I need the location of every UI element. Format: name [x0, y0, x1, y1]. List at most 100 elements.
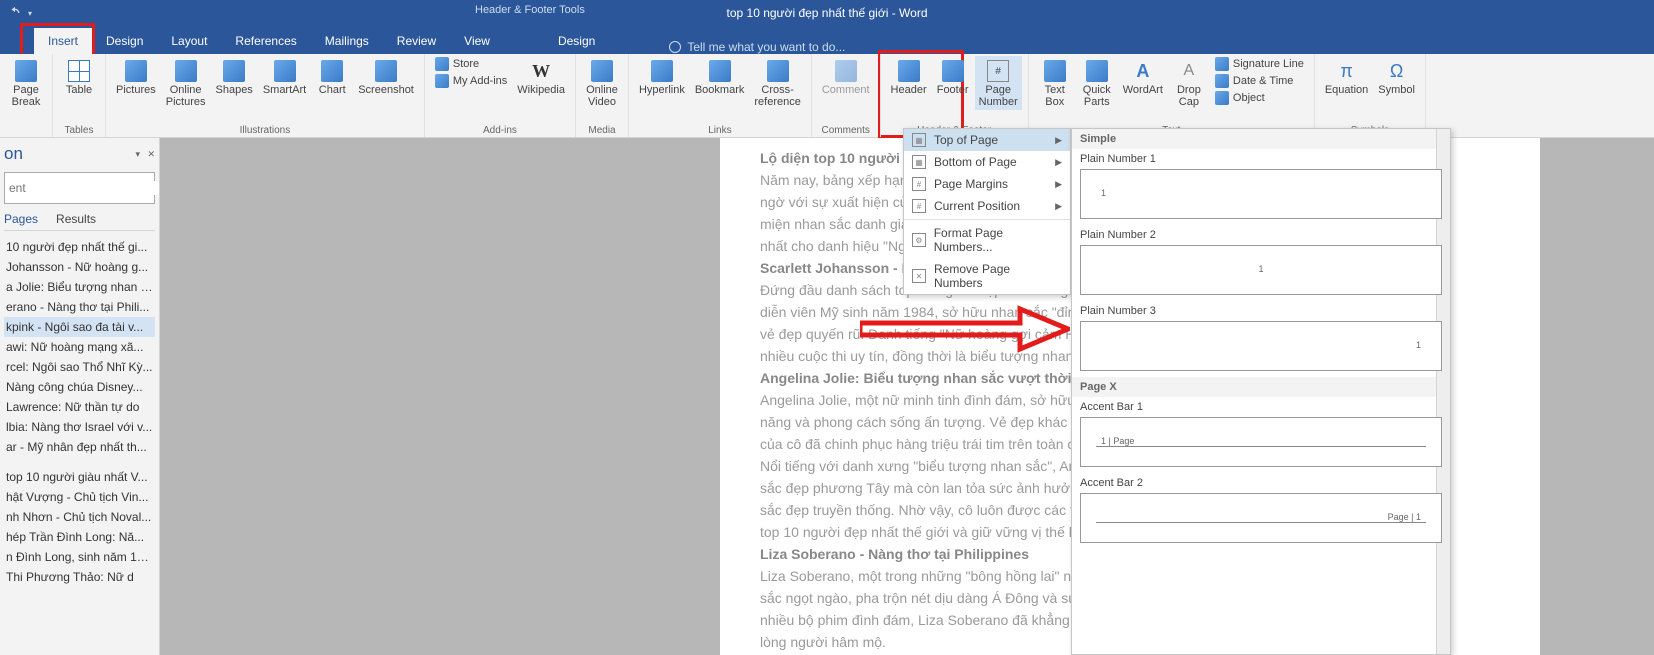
pictures-icon	[125, 60, 147, 82]
gallery-item-plain-number-2[interactable]: 1	[1080, 245, 1442, 295]
tab-references[interactable]: References	[221, 28, 310, 54]
group-label-illustrations: Illustrations	[106, 125, 424, 136]
nav-heading-item[interactable]: awi: Nữ hoàng mạng xã...	[4, 337, 155, 357]
gallery-item-accent-bar-1[interactable]: 1 | Page	[1080, 417, 1442, 467]
undo-icon[interactable]	[8, 6, 22, 20]
gallery-item-plain-number-3[interactable]: 1	[1080, 321, 1442, 371]
submenu-arrow-icon: ▶	[1055, 179, 1062, 190]
title-bar: ▾ Header & Footer Tools top 10 người đẹp…	[0, 0, 1654, 26]
equation-button[interactable]: πEquation	[1321, 56, 1372, 98]
menu-top-of-page[interactable]: ▦ Top of Page ▶	[904, 129, 1070, 151]
tab-design[interactable]: Design	[92, 28, 157, 54]
tab-mailings[interactable]: Mailings	[311, 28, 383, 54]
date-time-button[interactable]: Date & Time	[1211, 73, 1308, 89]
nav-heading-item[interactable]: hật Vượng - Chủ tịch Vin...	[4, 487, 155, 507]
header-button[interactable]: Header	[887, 56, 931, 110]
footer-button[interactable]: Footer	[933, 56, 973, 110]
wordart-button[interactable]: AWordArt	[1119, 56, 1167, 110]
menu-format-page-numbers[interactable]: ⚙ Format Page Numbers...	[904, 222, 1070, 258]
comment-button[interactable]: Comment	[818, 56, 874, 98]
nav-tab-results[interactable]: Results	[56, 212, 96, 226]
tell-me-search[interactable]: Tell me what you want to do...	[669, 40, 845, 54]
nav-heading-item[interactable]: Lawrence: Nữ thần tự do	[4, 397, 155, 417]
smartart-button[interactable]: SmartArt	[259, 56, 310, 110]
gallery-item-label: Accent Bar 2	[1072, 473, 1450, 491]
chart-button[interactable]: Chart	[312, 56, 352, 110]
page-break-button[interactable]: Page Break	[6, 56, 46, 110]
ribbon: Page Break Table Tables Pictures Online …	[0, 54, 1654, 138]
tab-context-design[interactable]: Design	[544, 28, 609, 54]
tab-layout[interactable]: Layout	[157, 28, 221, 54]
nav-heading-item[interactable]: Thi Phương Thảo: Nữ d	[4, 567, 155, 587]
symbol-button[interactable]: ΩSymbol	[1374, 56, 1419, 98]
page-number-button[interactable]: #Page Number	[975, 56, 1022, 110]
nav-heading-item[interactable]: top 10 người giàu nhất V...	[4, 467, 155, 487]
gallery-section-pagex: Page X	[1072, 377, 1450, 397]
nav-heading-item[interactable]: Nàng công chúa Disney...	[4, 377, 155, 397]
gallery-item-plain-number-1[interactable]: 1	[1080, 169, 1442, 219]
nav-heading-item[interactable]: kpink - Ngôi sao đa tài v...	[4, 317, 155, 337]
hyperlink-button[interactable]: Hyperlink	[635, 56, 689, 110]
online-pictures-button[interactable]: Online Pictures	[162, 56, 210, 110]
shapes-button[interactable]: Shapes	[212, 56, 257, 110]
gallery-item-label: Plain Number 1	[1072, 149, 1450, 167]
text-box-icon	[1044, 60, 1066, 82]
my-addins-button[interactable]: My Add-ins	[431, 73, 511, 89]
nav-heading-item[interactable]: erano - Nàng thơ tại Phili...	[4, 297, 155, 317]
tab-view[interactable]: View	[450, 28, 504, 54]
comment-icon	[835, 60, 857, 82]
table-button[interactable]: Table	[59, 56, 99, 98]
navigation-headings-list: 10 người đẹp nhất thế gi...Johansson - N…	[4, 237, 155, 587]
menu-current-position[interactable]: # Current Position ▶	[904, 195, 1070, 217]
group-label-addins: Add-ins	[425, 125, 575, 136]
object-button[interactable]: Object	[1211, 90, 1308, 106]
gallery-item-label: Plain Number 3	[1072, 301, 1450, 319]
qat-dropdown-icon[interactable]: ▾	[28, 9, 32, 18]
nav-heading-item[interactable]: 10 người đẹp nhất thế gi...	[4, 237, 155, 257]
nav-heading-item[interactable]: Johansson - Nữ hoàng g...	[4, 257, 155, 277]
menu-bottom-of-page[interactable]: ▦ Bottom of Page ▶	[904, 151, 1070, 173]
screenshot-icon	[375, 60, 397, 82]
page-margins-icon: #	[912, 177, 926, 191]
store-button[interactable]: Store	[431, 56, 511, 72]
current-position-icon: #	[912, 199, 926, 213]
nav-tab-pages[interactable]: Pages	[4, 212, 38, 226]
nav-heading-item[interactable]: n Đình Long, sinh năm 19...	[4, 547, 155, 567]
smartart-icon	[274, 60, 296, 82]
cross-ref-icon	[767, 60, 789, 82]
nav-heading-item[interactable]: ar - Mỹ nhân đẹp nhất th...	[4, 437, 155, 457]
signature-line-button[interactable]: Signature Line	[1211, 56, 1308, 72]
menu-remove-page-numbers[interactable]: ✕ Remove Page Numbers	[904, 258, 1070, 294]
contextual-tab-title: Header & Footer Tools	[475, 4, 585, 16]
nav-heading-item[interactable]: hép Trần Đình Long: Nă...	[4, 527, 155, 547]
gallery-item-accent-bar-2[interactable]: Page | 1	[1080, 493, 1442, 543]
wordart-icon: A	[1132, 60, 1154, 82]
tab-insert[interactable]: Insert	[34, 28, 92, 54]
pictures-button[interactable]: Pictures	[112, 56, 160, 110]
doc-heading: Liza Soberano - Nàng thơ tại Philippines	[760, 546, 1029, 562]
nav-heading-item[interactable]: a Jolie: Biểu tượng nhan s...	[4, 277, 155, 297]
page-number-gallery: Simple Plain Number 1 1 Plain Number 2 1…	[1071, 128, 1451, 655]
remove-icon: ✕	[912, 269, 926, 283]
nav-dropdown-icon[interactable]: ▾ ✕	[135, 149, 155, 160]
store-icon	[435, 57, 449, 71]
quick-parts-button[interactable]: Quick Parts	[1077, 56, 1117, 110]
lightbulb-icon	[669, 41, 681, 53]
wikipedia-button[interactable]: WWikipedia	[513, 56, 569, 98]
cross-reference-button[interactable]: Cross- reference	[750, 56, 804, 110]
group-label-comments: Comments	[812, 125, 880, 136]
online-pictures-icon	[175, 60, 197, 82]
nav-heading-item[interactable]: nh Nhơn - Chủ tịch Noval...	[4, 507, 155, 527]
tab-review[interactable]: Review	[383, 28, 450, 54]
screenshot-button[interactable]: Screenshot	[354, 56, 418, 110]
nav-heading-item[interactable]: rcel: Ngôi sao Thổ Nhĩ Kỳ...	[4, 357, 155, 377]
search-input[interactable]	[9, 181, 160, 195]
text-box-button[interactable]: Text Box	[1035, 56, 1075, 110]
nav-heading-item[interactable]: lbia: Nàng thơ Israel với v...	[4, 417, 155, 437]
online-video-button[interactable]: Online Video	[582, 56, 622, 110]
menu-page-margins[interactable]: # Page Margins ▶	[904, 173, 1070, 195]
drop-cap-button[interactable]: ADrop Cap	[1169, 56, 1209, 110]
bookmark-button[interactable]: Bookmark	[691, 56, 749, 110]
navigation-search[interactable]: 🔍▾	[4, 172, 155, 204]
bottom-of-page-icon: ▦	[912, 155, 926, 169]
